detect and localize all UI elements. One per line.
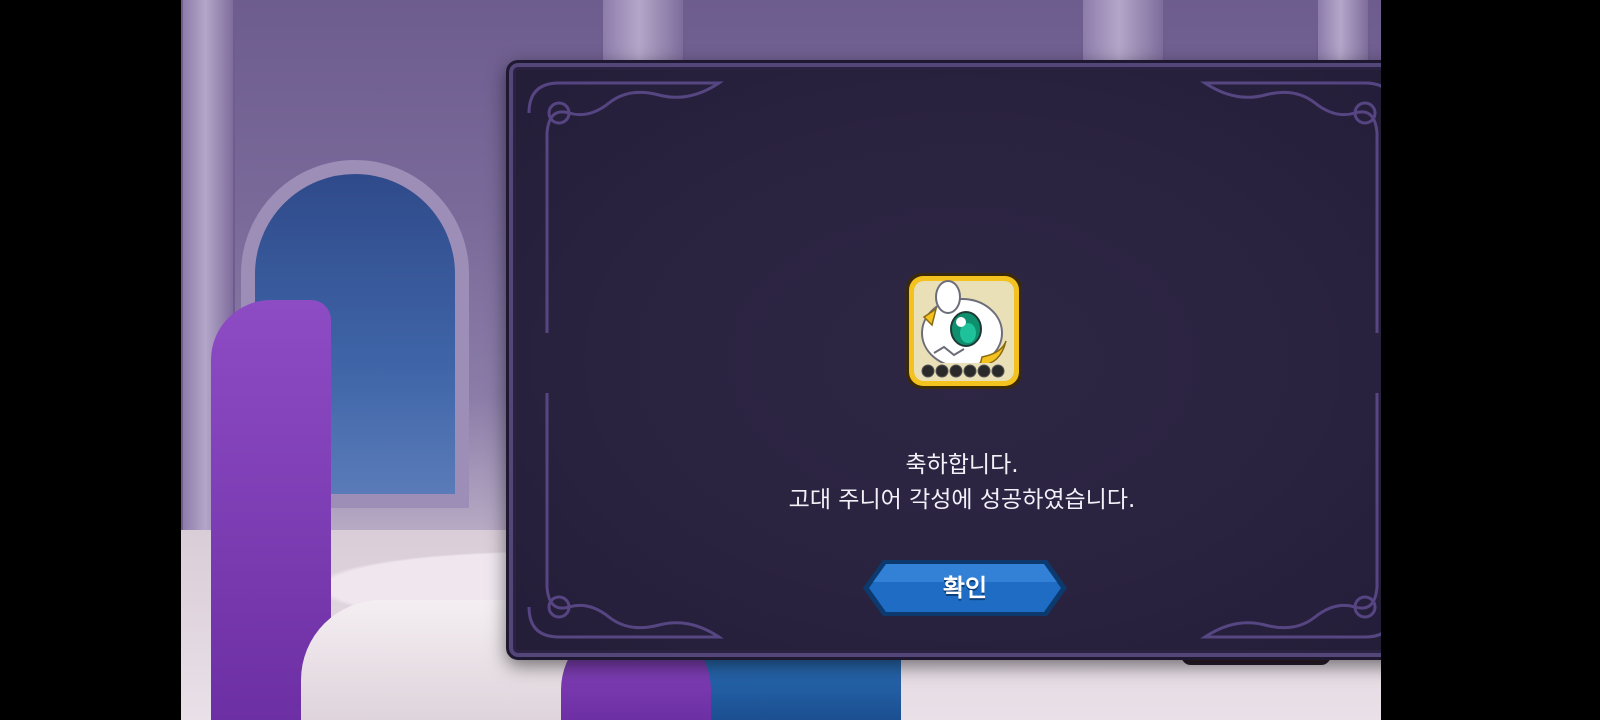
- white-dragon-pet-icon: [906, 273, 1022, 389]
- reward-pet-icon[interactable]: [904, 271, 1024, 391]
- awakening-result-dialog: 축하합니다. 고대 주니어 각성에 성공하였습니다. 확인: [506, 60, 1381, 660]
- game-viewport: 축하합니다. 고대 주니어 각성에 성공하였습니다. 확인: [181, 0, 1381, 720]
- awakening-success-text: 고대 주니어 각성에 성공하였습니다.: [788, 487, 1136, 513]
- background-pillar: [1081, 0, 1165, 60]
- star-rating: [918, 363, 1010, 379]
- game-screen: 축하합니다. 고대 주니어 각성에 성공하였습니다. 확인: [0, 0, 1600, 720]
- confirm-button-label: 확인: [942, 574, 988, 602]
- background-pillar: [601, 0, 685, 60]
- confirm-button[interactable]: 확인: [861, 558, 1069, 618]
- congratulations-text: 축하합니다.: [905, 452, 1019, 478]
